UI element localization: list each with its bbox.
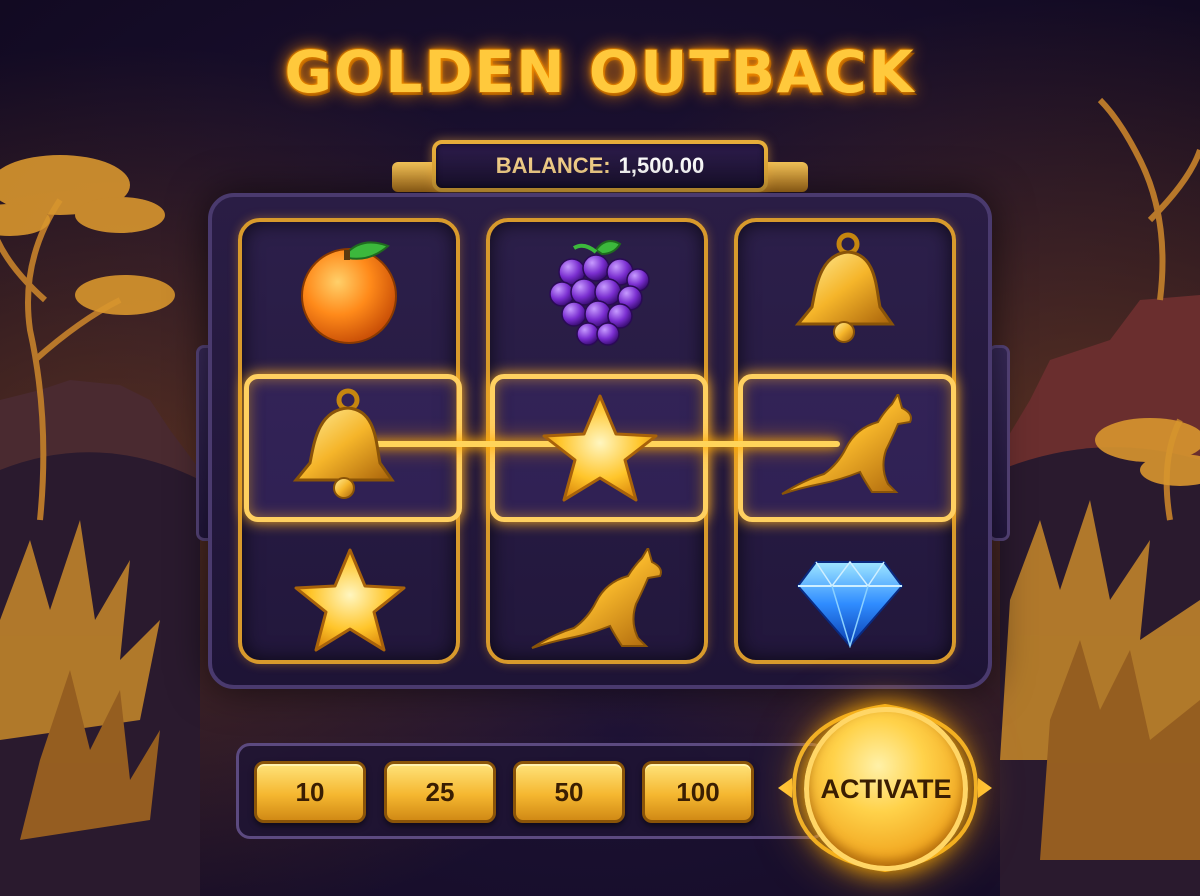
star-icon bbox=[294, 548, 406, 652]
star-icon bbox=[542, 394, 658, 502]
orange-icon bbox=[301, 241, 397, 344]
bet-button-50[interactable]: 50 bbox=[513, 761, 625, 823]
game-title: GOLDEN OUTBACK bbox=[284, 38, 916, 106]
activate-button[interactable]: ACTIVATE bbox=[804, 707, 968, 871]
balance-label: BALANCE: bbox=[495, 153, 611, 178]
kangaroo-icon bbox=[781, 394, 912, 495]
bet-button-100[interactable]: 100 bbox=[642, 761, 754, 823]
kangaroo-icon bbox=[531, 548, 662, 649]
bet-button-25[interactable]: 25 bbox=[384, 761, 496, 823]
grapes-icon bbox=[549, 240, 650, 346]
bell-icon bbox=[794, 232, 895, 343]
balance-display: BALANCE: 1,500.00 bbox=[432, 140, 768, 192]
balance-value: 1,500.00 bbox=[618, 153, 705, 178]
diamond-icon bbox=[796, 560, 904, 648]
bell-icon bbox=[292, 388, 395, 499]
bet-button-10[interactable]: 10 bbox=[254, 761, 366, 823]
